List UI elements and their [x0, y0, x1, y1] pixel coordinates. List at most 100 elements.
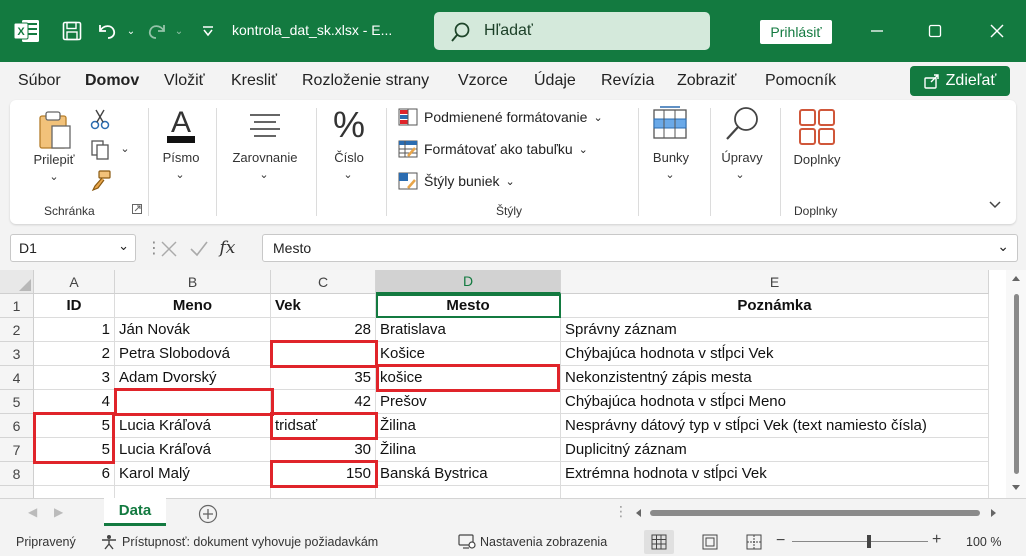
close-icon[interactable] — [984, 18, 1010, 44]
cell-mesto[interactable]: Žilina — [376, 438, 561, 462]
tab-insert[interactable]: Vložiť — [164, 72, 205, 90]
paste-icon[interactable] — [36, 110, 74, 150]
scroll-left-icon[interactable] — [634, 508, 642, 518]
alignment-label[interactable]: Zarovnanie — [222, 150, 308, 165]
number-label[interactable]: Číslo — [324, 150, 374, 165]
column-header-c[interactable]: C — [271, 270, 376, 294]
scroll-right-icon[interactable] — [990, 508, 998, 518]
name-box[interactable]: D1 ⌄ — [10, 234, 136, 262]
zoom-slider-thumb[interactable] — [867, 535, 871, 548]
cell-mesto[interactable]: košice — [376, 366, 561, 390]
tab-review[interactable]: Revízia — [601, 72, 654, 90]
sheet-tab-data[interactable]: Data — [104, 498, 166, 526]
tab-view[interactable]: Zobraziť — [677, 72, 736, 90]
horizontal-scroll-thumb[interactable] — [650, 510, 980, 516]
column-header-a[interactable]: A — [34, 270, 115, 294]
tab-home[interactable]: Domov — [85, 72, 139, 90]
vertical-scrollbar[interactable] — [1006, 270, 1026, 498]
accessibility-icon[interactable] — [100, 534, 118, 550]
normal-view-button[interactable] — [644, 530, 674, 554]
formula-input[interactable]: Mesto ⌄ — [262, 234, 1018, 262]
column-header-e[interactable]: E — [561, 270, 989, 294]
cell-id[interactable]: 3 — [34, 366, 115, 390]
cell-id[interactable]: 1 — [34, 318, 115, 342]
row-header[interactable]: 8 — [0, 462, 34, 486]
zoom-in-icon[interactable]: + — [932, 531, 941, 549]
cell-meno[interactable]: Petra Slobodová — [115, 342, 271, 366]
chevron-down-icon[interactable]: ⌄ — [997, 238, 1009, 255]
cell-poznamka[interactable]: Nesprávny dátový typ v stĺpci Vek (text … — [561, 414, 989, 438]
insert-function-icon[interactable]: fx — [219, 238, 235, 258]
cell-mesto[interactable]: Žilina — [376, 414, 561, 438]
format-painter-icon[interactable] — [90, 170, 112, 192]
number-dropdown-icon[interactable]: ⌄ — [340, 168, 356, 181]
scroll-up-icon[interactable] — [1011, 274, 1021, 282]
font-dropdown-icon[interactable]: ⌄ — [172, 168, 188, 181]
cell-header-vek[interactable]: Vek — [271, 294, 376, 318]
tab-file[interactable]: Súbor — [18, 72, 61, 90]
row-header[interactable]: 2 — [0, 318, 34, 342]
cell-vek[interactable]: 150 — [271, 462, 376, 486]
tab-help[interactable]: Pomocník — [765, 72, 836, 90]
cell-vek[interactable]: 35 — [271, 366, 376, 390]
page-layout-view-icon[interactable] — [702, 534, 718, 550]
horizontal-scrollbar[interactable] — [632, 505, 1008, 521]
cell-vek[interactable]: 30 — [271, 438, 376, 462]
select-all-corner[interactable] — [0, 270, 34, 294]
cell-header-mesto[interactable]: Mesto — [376, 294, 561, 318]
row-header[interactable]: 5 — [0, 390, 34, 414]
row-header[interactable]: 3 — [0, 342, 34, 366]
cell-id[interactable]: 4 — [34, 390, 115, 414]
cell-mesto[interactable]: Bratislava — [376, 318, 561, 342]
cell-meno[interactable]: Adam Dvorský — [115, 366, 271, 390]
accessibility-status[interactable]: Prístupnosť: dokument vyhovuje požiadavk… — [122, 535, 378, 549]
cell-vek[interactable]: 42 — [271, 390, 376, 414]
undo-icon[interactable] — [94, 18, 120, 44]
cell-poznamka[interactable]: Duplicitný záznam — [561, 438, 989, 462]
row-header[interactable]: 1 — [0, 294, 34, 318]
cell-vek[interactable]: tridsať — [271, 414, 376, 438]
cell-poznamka[interactable]: Extrémna hodnota v stĺpci Vek — [561, 462, 989, 486]
share-button[interactable]: Zdieľať — [910, 66, 1010, 96]
cell-id[interactable]: 5 — [34, 414, 115, 438]
cell-header-poznamka[interactable]: Poznámka — [561, 294, 989, 318]
alignment-icon[interactable] — [248, 112, 282, 140]
cell-id[interactable]: 6 — [34, 462, 115, 486]
search-box[interactable]: Hľadať — [434, 12, 710, 50]
cell-meno[interactable]: Lucia Kráľová — [115, 438, 271, 462]
cells-dropdown-icon[interactable]: ⌄ — [662, 168, 678, 181]
enter-check-icon[interactable] — [189, 240, 209, 258]
format-as-table-button[interactable]: Formátovať ako tabuľku ⌄ — [398, 140, 588, 158]
row-header[interactable]: 7 — [0, 438, 34, 462]
copy-dropdown-icon[interactable]: ⌄ — [118, 142, 132, 155]
tab-split-grip-icon[interactable]: ⋮ — [614, 503, 628, 520]
cells-icon[interactable] — [652, 106, 688, 142]
scroll-down-icon[interactable] — [1011, 484, 1021, 492]
worksheet-grid[interactable]: A B C D E 1 2 3 4 5 6 7 8 ID Meno Vek Mesto Poznámka 1 Ján … — [0, 270, 1026, 510]
editing-dropdown-icon[interactable]: ⌄ — [732, 168, 748, 181]
display-settings-icon[interactable] — [458, 534, 476, 550]
zoom-out-icon[interactable]: − — [776, 532, 785, 550]
cell-poznamka[interactable]: Nekonzistentný zápis mesta — [561, 366, 989, 390]
tab-draw[interactable]: Kresliť — [231, 72, 277, 90]
row-header[interactable]: 4 — [0, 366, 34, 390]
page-break-view-icon[interactable] — [746, 534, 762, 550]
tab-data[interactable]: Údaje — [534, 72, 576, 90]
maximize-icon[interactable] — [922, 18, 948, 44]
dialog-launcher-icon[interactable] — [132, 204, 142, 214]
editing-search-icon[interactable] — [722, 104, 762, 144]
cell-meno[interactable]: Ján Novák — [115, 318, 271, 342]
cell-mesto[interactable]: Košice — [376, 342, 561, 366]
paste-dropdown-icon[interactable]: ⌄ — [46, 170, 62, 183]
editing-label[interactable]: Úpravy — [714, 150, 770, 165]
cell-meno[interactable]: Lucia Kráľová — [115, 414, 271, 438]
ribbon-collapse-icon[interactable] — [988, 200, 1002, 210]
cell-header-id[interactable]: ID — [34, 294, 115, 318]
percent-icon[interactable]: % — [332, 104, 366, 146]
cell-poznamka[interactable]: Správny záznam — [561, 318, 989, 342]
row-header[interactable]: 6 — [0, 414, 34, 438]
font-icon[interactable]: A — [164, 106, 198, 146]
cancel-icon[interactable] — [160, 240, 178, 258]
font-label[interactable]: Písmo — [156, 150, 206, 165]
next-sheet-icon[interactable]: ▶ — [54, 505, 63, 519]
